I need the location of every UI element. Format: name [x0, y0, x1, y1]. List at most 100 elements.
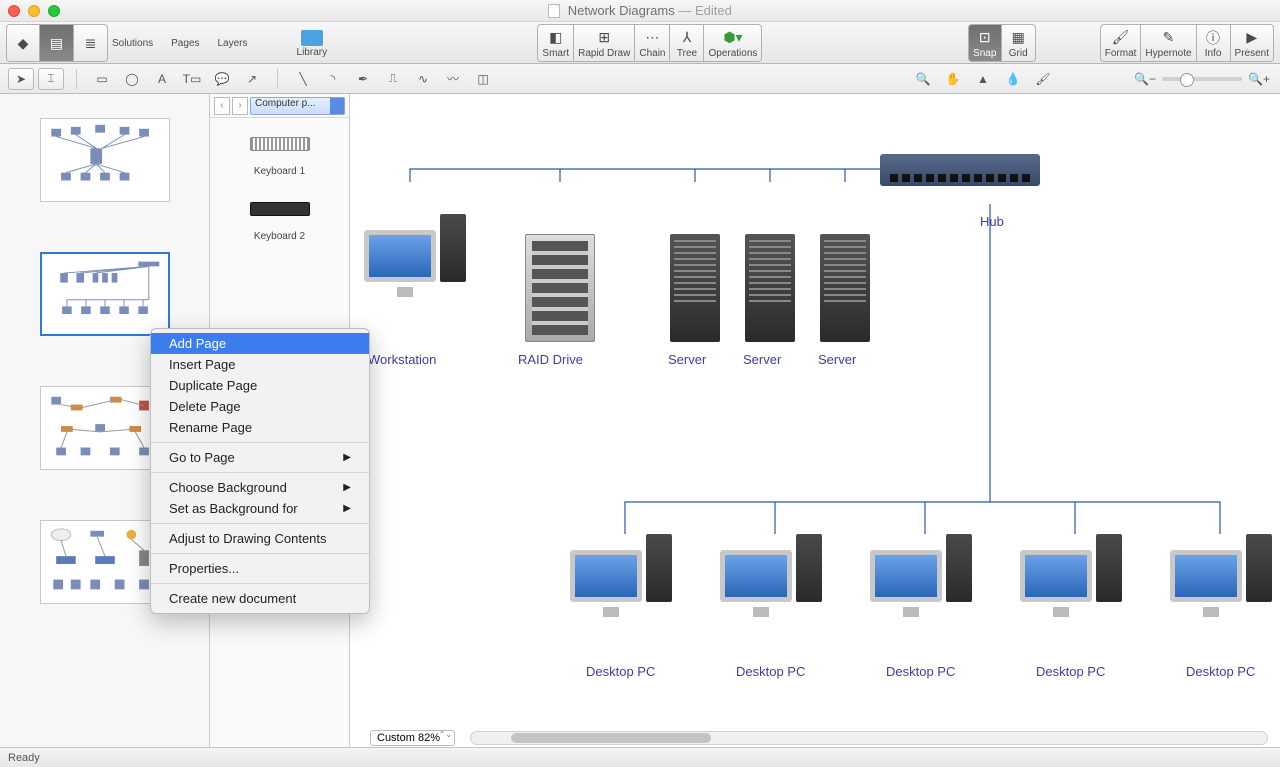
rapid-draw-button[interactable]: ⊞Rapid Draw	[574, 24, 635, 62]
page-context-menu: Add Page Insert Page Duplicate Page Dele…	[150, 328, 370, 614]
menu-add-page[interactable]: Add Page	[151, 333, 369, 354]
zoom-in-button[interactable]: 🔍+	[1246, 68, 1272, 90]
rectangle-tool[interactable]: ▭	[89, 68, 115, 90]
workstation-node[interactable]	[364, 214, 466, 282]
scrollbar-thumb[interactable]	[511, 733, 711, 743]
snap-button[interactable]: ⊡Snap	[968, 24, 1002, 62]
horizontal-scrollbar[interactable]	[470, 731, 1268, 745]
eyedropper-tool[interactable]: 💧	[1000, 68, 1026, 90]
window-controls	[8, 5, 60, 17]
zoom-out-button[interactable]: 🔍−	[1132, 68, 1158, 90]
text-select-tool[interactable]: ⌶	[38, 68, 64, 90]
solutions-button[interactable]: ◆	[6, 24, 40, 62]
keyboard-icon	[250, 137, 310, 151]
server-node-1[interactable]	[670, 234, 720, 342]
tower-icon	[440, 214, 466, 282]
layers-label: Layers	[218, 38, 248, 49]
server-label-1: Server	[668, 352, 706, 367]
desktop-node-2[interactable]	[720, 534, 822, 602]
bezier-tool[interactable]: 〰	[440, 68, 466, 90]
menu-properties[interactable]: Properties...	[151, 558, 369, 579]
maximize-icon[interactable]	[48, 5, 60, 17]
desktop-node-5[interactable]	[1170, 534, 1272, 602]
format-icon: 🖌	[1111, 29, 1131, 47]
menu-delete-page[interactable]: Delete Page	[151, 396, 369, 417]
desktop-node-4[interactable]	[1020, 534, 1122, 602]
operations-icon: ⬢▾	[723, 29, 743, 47]
zoom-select[interactable]: Custom 82%	[370, 730, 455, 746]
menu-separator	[151, 553, 369, 554]
info-button[interactable]: ⓘInfo	[1197, 24, 1231, 62]
server-node-2[interactable]	[745, 234, 795, 342]
zoom-slider[interactable]	[1162, 77, 1242, 81]
stamp-tool[interactable]: ▲	[970, 68, 996, 90]
tower-icon	[646, 534, 672, 602]
desktop-label-3: Desktop PC	[886, 664, 955, 679]
desktop-label-1: Desktop PC	[586, 664, 655, 679]
monitor-icon	[570, 550, 642, 602]
present-button[interactable]: ▶Present	[1231, 24, 1274, 62]
library-item-keyboard-1[interactable]: Keyboard 1	[214, 126, 345, 177]
page-thumbnail-1[interactable]	[40, 118, 170, 202]
raid-node[interactable]	[525, 234, 595, 342]
textbox-tool[interactable]: T▭	[179, 68, 205, 90]
pages-button[interactable]: ▤	[40, 24, 74, 62]
menu-set-as-background[interactable]: Set as Background for▶	[151, 498, 369, 519]
chain-button[interactable]: ⋯Chain	[635, 24, 670, 62]
monitor-icon	[364, 230, 436, 282]
window-title: Network Diagrams — Edited	[0, 3, 1280, 19]
arc-tool[interactable]: ◝	[320, 68, 346, 90]
callout-tool[interactable]: 💬	[209, 68, 235, 90]
desktop-node-1[interactable]	[570, 534, 672, 602]
menu-insert-page[interactable]: Insert Page	[151, 354, 369, 375]
tree-button[interactable]: ⅄Tree	[670, 24, 704, 62]
minimize-icon[interactable]	[28, 5, 40, 17]
library-item-keyboard-2[interactable]: Keyboard 2	[214, 191, 345, 242]
menu-rename-page[interactable]: Rename Page	[151, 417, 369, 438]
drawing-canvas[interactable]: Hub Workstation RAID Drive Server Server…	[350, 94, 1280, 747]
server-label-2: Server	[743, 352, 781, 367]
library-button[interactable]: Library	[292, 24, 333, 62]
library-back-button[interactable]: ‹	[214, 97, 230, 115]
shape-tool[interactable]: ◫	[470, 68, 496, 90]
menu-create-new-document[interactable]: Create new document	[151, 588, 369, 609]
menu-separator	[151, 523, 369, 524]
desktop-label-2: Desktop PC	[736, 664, 805, 679]
present-icon: ▶	[1242, 29, 1262, 47]
menu-choose-background[interactable]: Choose Background▶	[151, 477, 369, 498]
hypernote-button[interactable]: ✎Hypernote	[1141, 24, 1196, 62]
arrow-tool[interactable]: ↗	[239, 68, 265, 90]
menu-adjust-to-contents[interactable]: Adjust to Drawing Contents	[151, 528, 369, 549]
format-button[interactable]: 🖌Format	[1100, 24, 1142, 62]
connector-tool[interactable]: ⎍	[380, 68, 406, 90]
hand-tool[interactable]: ✋	[940, 68, 966, 90]
keyboard-icon	[250, 202, 310, 216]
spline-tool[interactable]: ∿	[410, 68, 436, 90]
page-thumbnail-2[interactable]	[40, 252, 170, 336]
grid-button[interactable]: ▦Grid	[1002, 24, 1036, 62]
close-icon[interactable]	[8, 5, 20, 17]
desktop-node-3[interactable]	[870, 534, 972, 602]
ellipse-tool[interactable]: ◯	[119, 68, 145, 90]
library-forward-button[interactable]: ›	[232, 97, 248, 115]
library-selector[interactable]: Computer p...	[250, 97, 345, 115]
zoom-tool[interactable]: 🔍	[910, 68, 936, 90]
server-node-3[interactable]	[820, 234, 870, 342]
paint-tool[interactable]: 🖌	[1030, 68, 1056, 90]
layers-button[interactable]: ≣	[74, 24, 108, 62]
title-bar: Network Diagrams — Edited	[0, 0, 1280, 22]
hub-node[interactable]	[880, 154, 1040, 186]
text-tool[interactable]: A	[149, 68, 175, 90]
monitor-icon	[870, 550, 942, 602]
menu-go-to-page[interactable]: Go to Page▶	[151, 447, 369, 468]
tower-icon	[796, 534, 822, 602]
menu-duplicate-page[interactable]: Duplicate Page	[151, 375, 369, 396]
raid-icon	[525, 234, 595, 342]
line-tool[interactable]: ╲	[290, 68, 316, 90]
pointer-tool[interactable]: ➤	[8, 68, 34, 90]
pen-tool[interactable]: ✒	[350, 68, 376, 90]
smart-button[interactable]: ◧Smart	[537, 24, 574, 62]
operations-button[interactable]: ⬢▾Operations	[704, 24, 762, 62]
server-icon	[670, 234, 720, 342]
monitor-icon	[720, 550, 792, 602]
